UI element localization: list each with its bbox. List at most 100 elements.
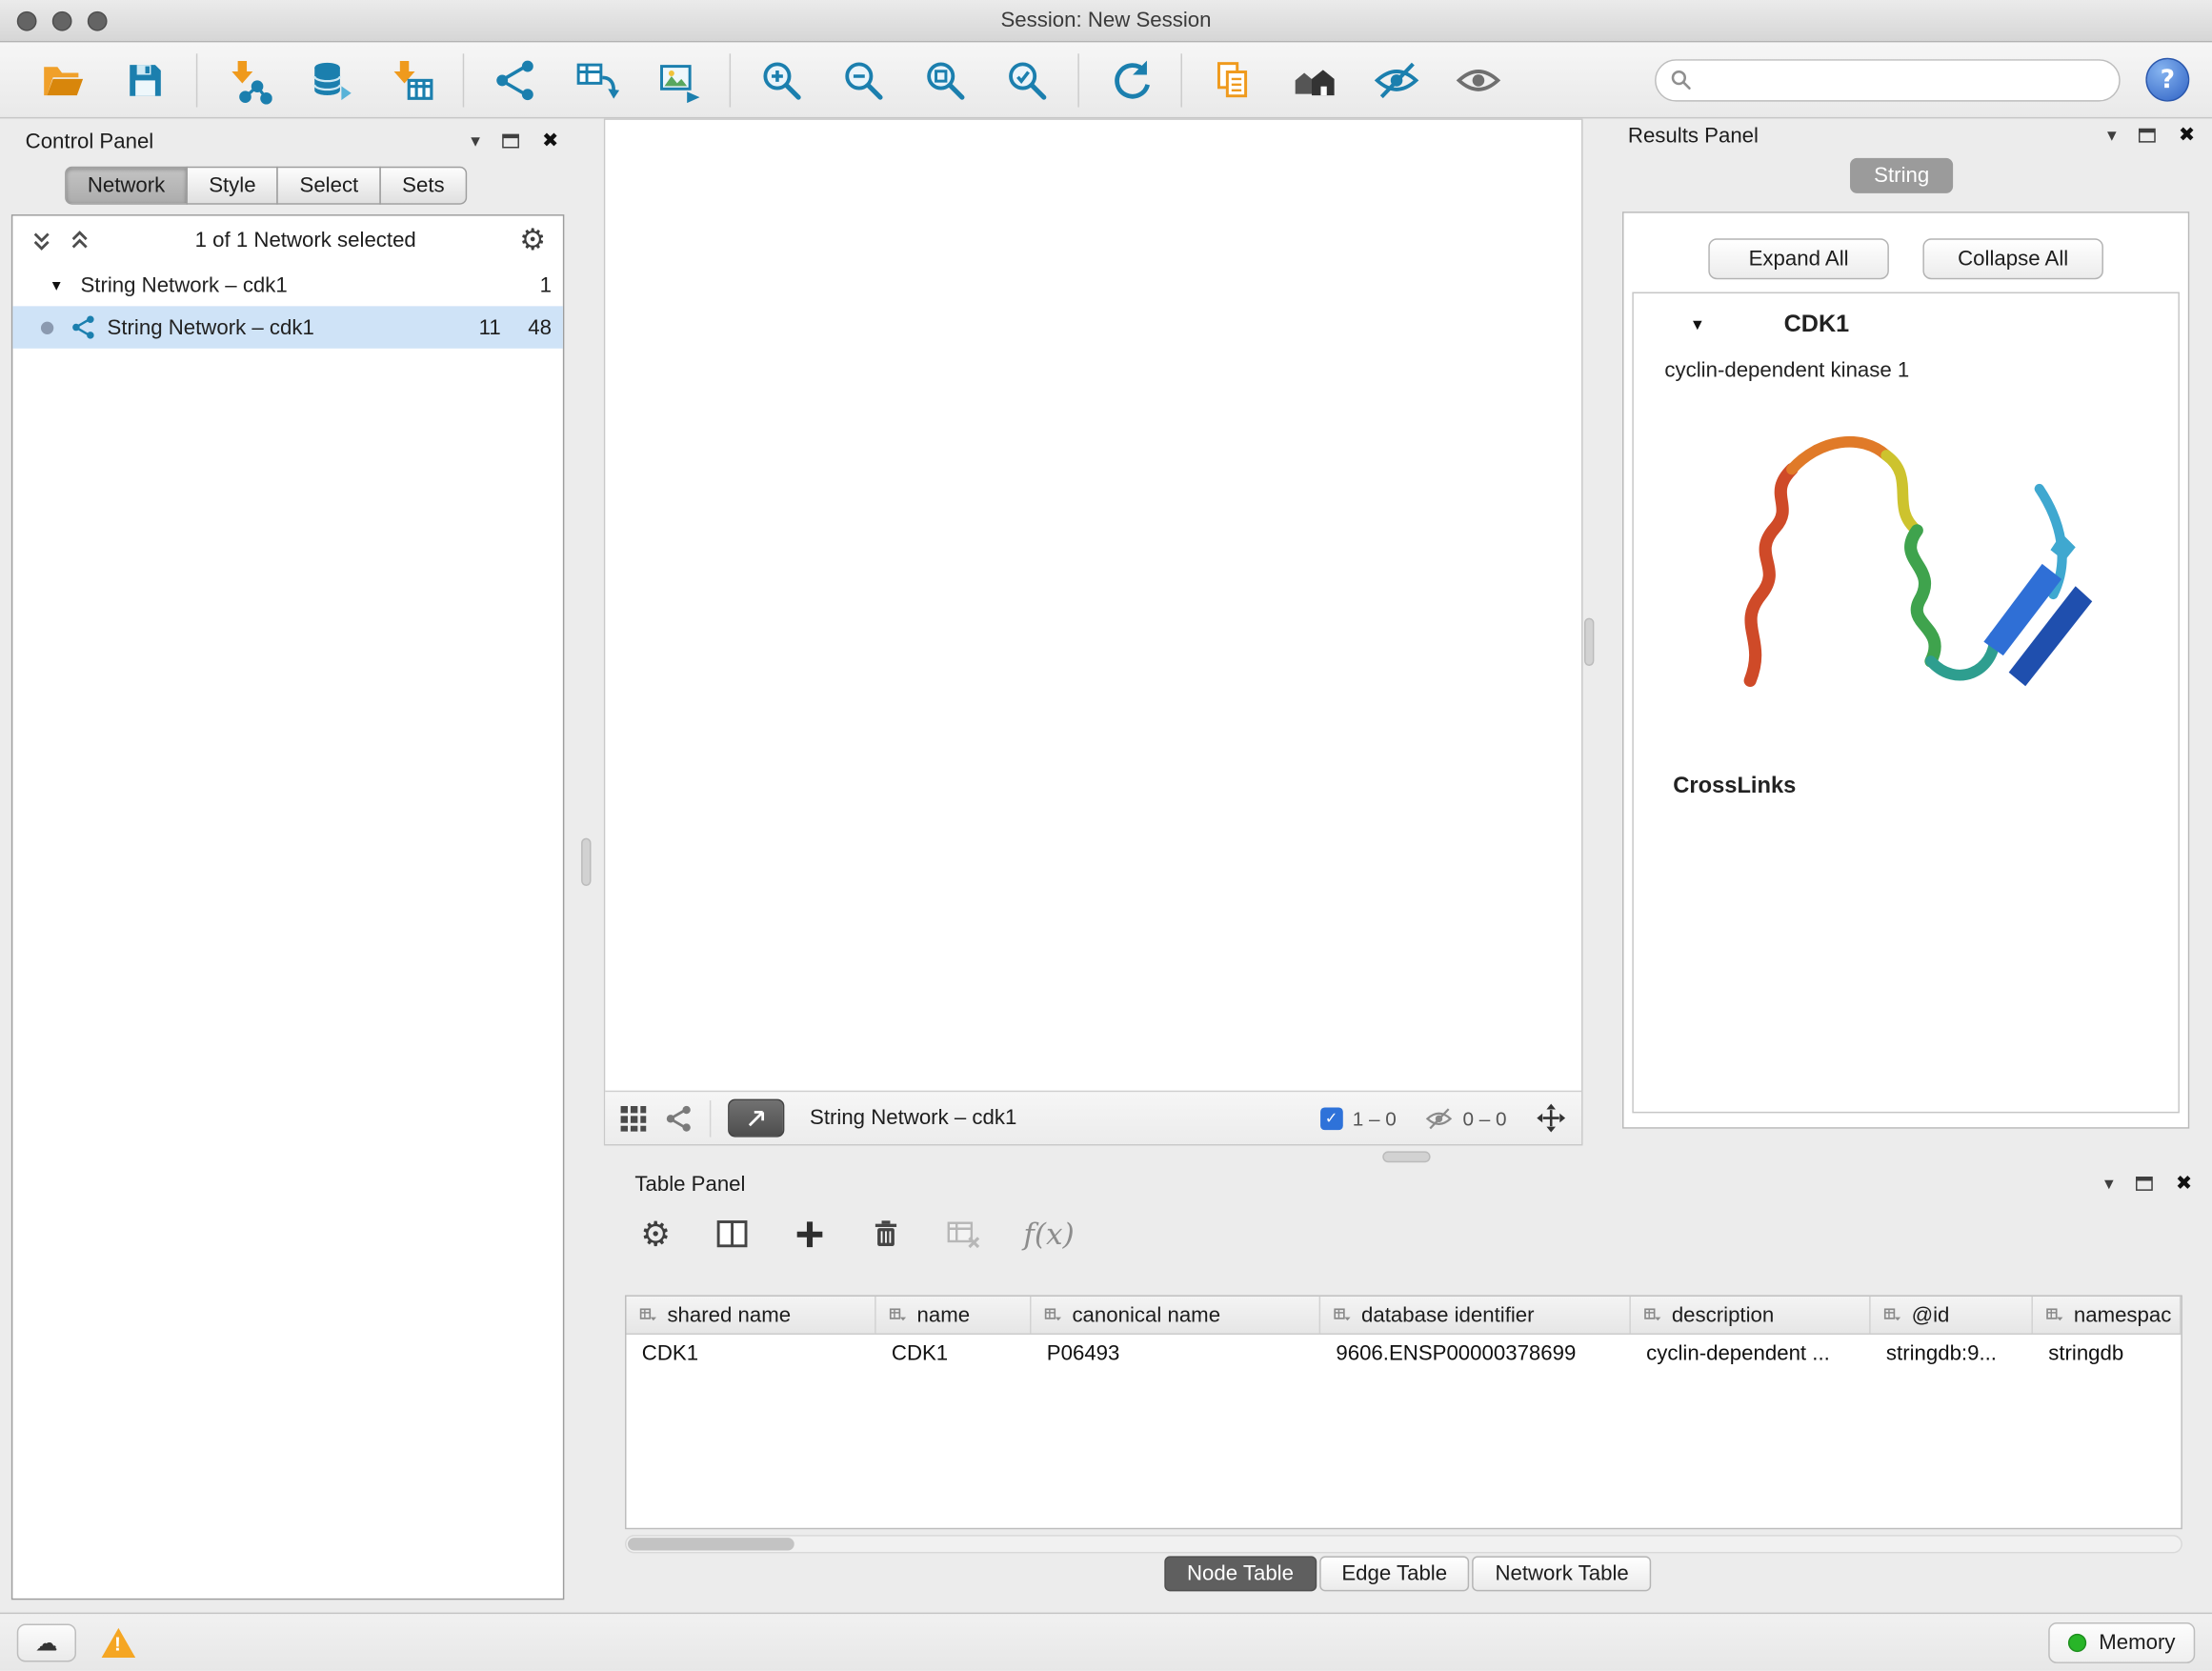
panel-float-button[interactable] [503,134,520,149]
delete-table-icon[interactable] [944,1217,981,1254]
toolbar-divider [1180,53,1181,107]
column-header-canonical-name[interactable]: canonical name [1032,1297,1321,1334]
window-close-button[interactable] [17,11,37,31]
table-panel: Table Panel ▾ ✖ ⚙ f(x) shared namenameca… [604,1165,2212,1591]
window-minimize-button[interactable] [52,11,72,31]
panel-menu-button[interactable]: ▾ [471,131,480,150]
hidden-count-label: 0 – 0 [1462,1107,1506,1130]
tab-network-table[interactable]: Network Table [1473,1556,1652,1591]
hide-annotations-button[interactable] [1364,49,1429,111]
disclosure-triangle-icon[interactable]: ▾ [52,275,61,295]
help-button[interactable]: ? [2145,58,2189,102]
delete-column-icon[interactable] [868,1218,902,1252]
status-divider [710,1099,711,1137]
table-body: CDK1CDK1P064939606.ENSP00000378699cyclin… [627,1335,2182,1373]
tab-network[interactable]: Network [65,167,188,205]
birdseye-view-icon[interactable] [664,1104,693,1133]
panel-float-button[interactable] [2136,1177,2153,1191]
panel-close-button[interactable]: ✖ [2176,1174,2192,1194]
panel-float-button[interactable] [2139,129,2156,143]
column-header-name[interactable]: name [876,1297,1032,1334]
export-image-button[interactable] [646,49,711,111]
search-icon [1670,70,1691,91]
function-builder-button[interactable]: f(x) [1023,1218,1074,1252]
panel-menu-button[interactable]: ▾ [2104,1175,2114,1193]
tree-network-row[interactable]: String Network – cdk1 11 48 [12,306,563,348]
network-bullet-icon [41,321,53,333]
open-file-button[interactable] [31,49,96,111]
import-network-file-button[interactable] [216,49,281,111]
import-network-database-button[interactable] [297,49,362,111]
new-network-button[interactable] [482,49,547,111]
horizontal-scrollbar[interactable] [625,1535,2182,1553]
left-splitter-handle[interactable] [581,838,591,886]
results-panel-header: Results Panel ▾ ✖ [1591,118,2212,152]
selection-count-label: 1 – 0 [1353,1107,1397,1130]
control-panel: Control Panel ▾ ✖ NetworkStyleSelectSets… [11,124,564,1600]
table-row[interactable]: CDK1CDK1P064939606.ENSP00000378699cyclin… [627,1335,2182,1373]
panel-menu-button[interactable]: ▾ [2107,127,2117,145]
zoom-selected-button[interactable] [995,49,1059,111]
column-header-shared-name[interactable]: shared name [627,1297,876,1334]
add-column-icon[interactable] [793,1218,827,1252]
tab-edge-table[interactable]: Edge Table [1319,1556,1470,1591]
tab-style[interactable]: Style [186,167,278,205]
network-canvas[interactable] [605,120,1581,1091]
zoom-in-button[interactable] [749,49,814,111]
column-header--id[interactable]: @id [1871,1297,2033,1334]
tree-root-row[interactable]: ▾ String Network – cdk1 1 [12,264,563,306]
collapse-all-button[interactable]: Collapse All [1922,238,2103,279]
tree-network-label: String Network – cdk1 [108,315,314,339]
column-header-description[interactable]: description [1631,1297,1871,1334]
open-external-button[interactable] [728,1099,784,1137]
search-input[interactable] [1701,69,2105,91]
tab-sets[interactable]: Sets [379,167,467,205]
panel-close-button[interactable]: ✖ [542,131,558,151]
panel-close-button[interactable]: ✖ [2179,126,2195,146]
window-zoom-button[interactable] [88,11,108,31]
search-box[interactable] [1655,58,2121,100]
node-count: 11 [450,315,500,339]
home-button[interactable] [1282,49,1347,111]
refresh-button[interactable] [1097,49,1162,111]
copy-button[interactable] [1200,49,1265,111]
scrollbar-thumb[interactable] [628,1538,794,1550]
hidden-count: 0 – 0 [1424,1104,1506,1133]
horizontal-splitter-handle[interactable] [1382,1151,1430,1162]
cloud-button[interactable]: ☁ [17,1623,76,1661]
show-graphics-button[interactable] [1446,49,1511,111]
warning-button[interactable] [102,1627,136,1657]
zoom-out-button[interactable] [831,49,895,111]
memory-button[interactable]: Memory [2048,1621,2195,1662]
pan-tool-icon[interactable] [1535,1102,1567,1135]
zoom-fit-button[interactable] [913,49,977,111]
string-results-body: Expand All Collapse All ▾ CDK1 cyclin-de… [1622,211,2189,1129]
export-image-icon [656,57,701,102]
show-columns-icon[interactable] [714,1217,751,1254]
collapse-section-icon[interactable]: ▾ [1693,313,1702,334]
application-window: Session: New Session [0,0,2212,1670]
table-options-gear-button[interactable]: ⚙ [640,1218,671,1252]
eye-slash-icon [1373,55,1420,103]
results-panel: Results Panel ▾ ✖ String Expand All Coll… [1591,118,2212,1165]
tab-node-table[interactable]: Node Table [1164,1556,1316,1591]
hidden-eye-icon [1424,1104,1453,1133]
column-header-database-identifier[interactable]: database identifier [1320,1297,1631,1334]
expand-all-icon[interactable] [68,228,91,252]
collapse-all-icon[interactable] [30,228,53,252]
tab-select[interactable]: Select [277,167,381,205]
save-session-button[interactable] [112,49,177,111]
selection-count: ✓ 1 – 0 [1320,1107,1397,1130]
toolbar-divider [196,53,197,107]
network-from-table-button[interactable] [564,49,629,111]
grid-view-icon[interactable] [619,1104,648,1133]
expand-all-button[interactable]: Expand All [1708,238,1889,279]
import-network-icon [224,55,271,103]
network-options-gear-button[interactable]: ⚙ [519,225,546,254]
column-header-namespac[interactable]: namespac [2033,1297,2181,1334]
table-cell: CDK1 [627,1341,876,1365]
import-table-button[interactable] [379,49,444,111]
tab-string[interactable]: String [1850,158,1953,193]
gene-description: cyclin-dependent kinase 1 [1634,358,2179,382]
table-panel-header: Table Panel ▾ ✖ [604,1165,2212,1202]
